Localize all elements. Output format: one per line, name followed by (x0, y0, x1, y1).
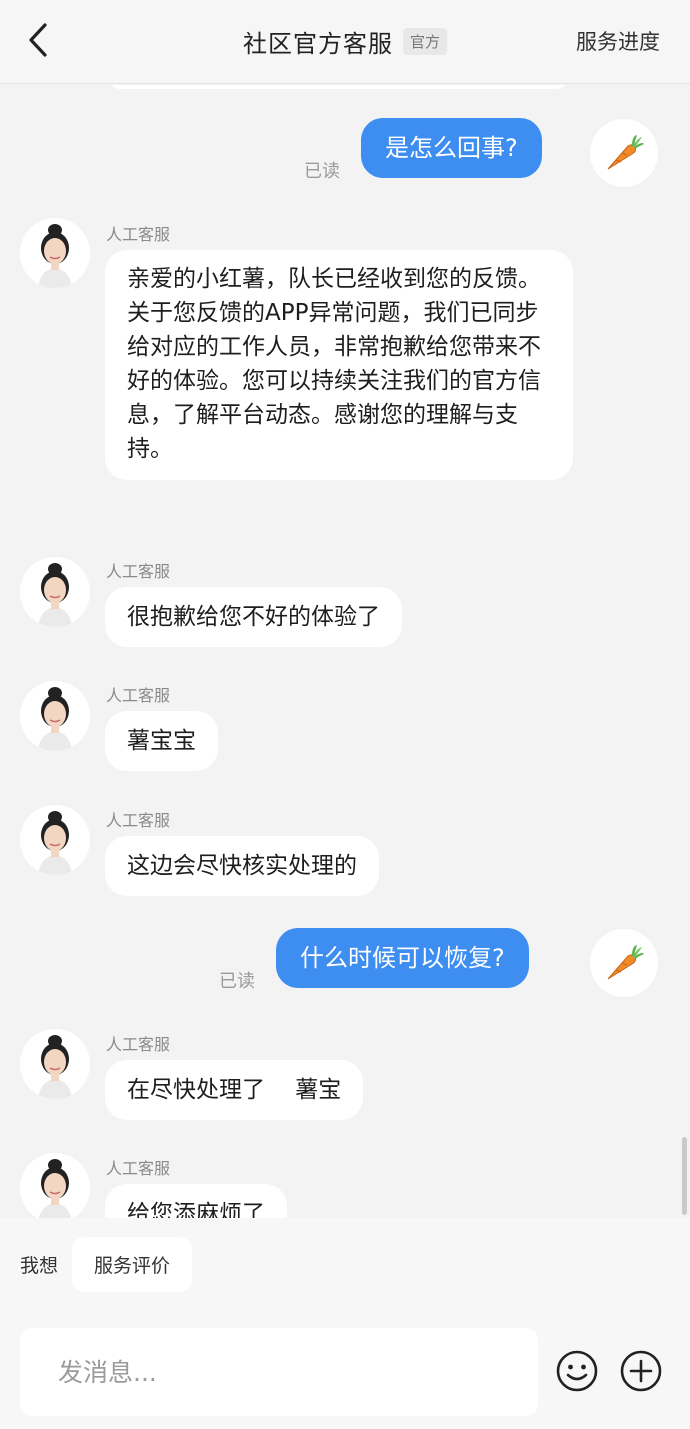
read-status: 已读 (304, 161, 340, 182)
quick-reply-bar: 我想 服务评价 (0, 1218, 690, 1310)
message-input[interactable] (20, 1328, 538, 1416)
emoji-button[interactable] (554, 1348, 600, 1394)
carrot-icon (607, 945, 644, 980)
user-avatar[interactable] (590, 929, 658, 997)
service-progress-link[interactable]: 服务进度 (576, 26, 660, 56)
official-badge: 官方 (402, 28, 447, 55)
sender-name: 人工客服 (106, 562, 171, 581)
outgoing-message-bubble[interactable]: 是怎么回事? (361, 118, 542, 178)
sender-name: 人工客服 (106, 686, 171, 705)
incoming-message-bubble[interactable]: 很抱歉给您不好的体验了 (105, 587, 402, 647)
page-title: 社区官方客服 (242, 30, 393, 58)
chat-scrollbar[interactable] (682, 1137, 687, 1215)
message-input-bar (0, 1310, 690, 1429)
agent-avatar[interactable] (20, 557, 90, 627)
sender-name: 人工客服 (106, 1035, 171, 1054)
agent-avatar[interactable] (20, 218, 90, 288)
incoming-message-bubble[interactable]: 薯宝宝 (105, 711, 218, 771)
agent-photo-icon (20, 1153, 90, 1218)
agent-photo-icon (20, 218, 90, 288)
chevron-left-icon (29, 23, 47, 57)
sender-name: 人工客服 (106, 1159, 171, 1178)
incoming-message-bubble[interactable]: 亲爱的小红薯，队长已经收到您的反馈。关于您反馈的APP异常问题，我们已同步给对应… (105, 250, 573, 480)
agent-avatar[interactable] (20, 681, 90, 751)
incoming-message-bubble[interactable]: 给您添麻烦了 (105, 1184, 287, 1218)
incoming-message-bubble[interactable]: 在尽快处理了 薯宝 (105, 1060, 364, 1120)
agent-avatar[interactable] (20, 1153, 90, 1218)
agent-photo-icon (20, 1029, 90, 1099)
plus-circle-icon (620, 1350, 662, 1392)
top-nav-bar: 社区官方客服 官方 服务进度 (0, 0, 690, 84)
carrot-icon (607, 135, 644, 170)
sender-name: 人工客服 (106, 225, 171, 244)
incoming-message-bubble[interactable]: 这边会尽快核实处理的 (105, 836, 379, 896)
read-status: 已读 (219, 971, 255, 992)
back-button[interactable] (18, 18, 58, 62)
outgoing-message-bubble[interactable]: 什么时候可以恢复? (276, 928, 529, 988)
previous-message-bubble (108, 85, 568, 89)
agent-avatar[interactable] (20, 805, 90, 875)
smile-icon (556, 1350, 598, 1392)
add-attachment-button[interactable] (618, 1348, 664, 1394)
user-avatar[interactable] (590, 119, 658, 187)
service-rating-chip[interactable]: 服务评价 (72, 1236, 193, 1292)
agent-photo-icon (20, 681, 90, 751)
agent-photo-icon (20, 557, 90, 627)
chat-message-list[interactable]: 已读 是怎么回事? 人工客服 亲爱的小红薯，队长已经收到您的反馈。关于您反馈的A… (0, 85, 690, 1218)
sender-name: 人工客服 (106, 811, 171, 830)
agent-photo-icon (20, 805, 90, 875)
quick-reply-label: 我想 (20, 1254, 59, 1277)
title-group: 社区官方客服 官方 (243, 24, 447, 59)
agent-avatar[interactable] (20, 1029, 90, 1099)
